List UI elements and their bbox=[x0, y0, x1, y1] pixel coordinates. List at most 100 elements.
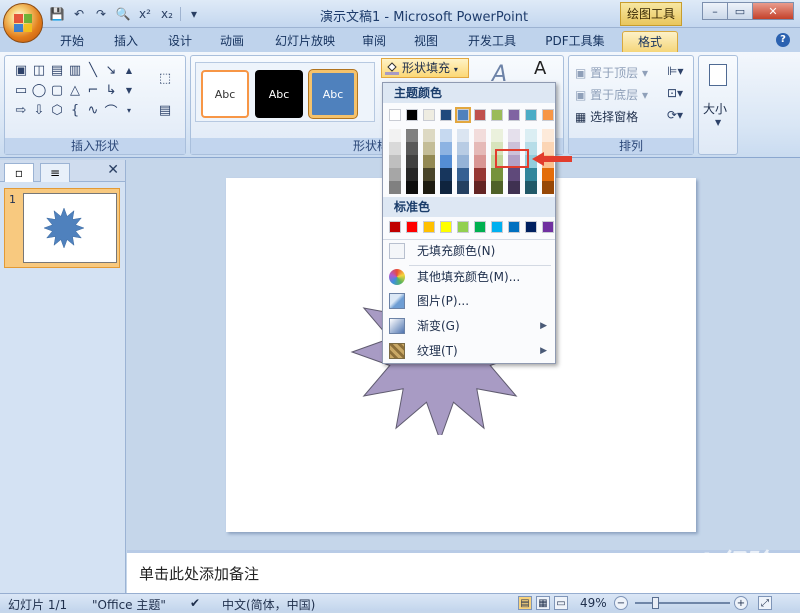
shape-fill-button[interactable]: 形状填充 ▾ bbox=[381, 58, 469, 78]
texture-fill-menu-item[interactable]: 纹理(T) ▶ bbox=[383, 339, 555, 363]
theme-shade-swatch[interactable] bbox=[389, 129, 401, 142]
theme-color-swatch[interactable] bbox=[542, 109, 554, 121]
rotate-icon[interactable]: ⟳▾ bbox=[667, 108, 683, 122]
down-arrow-shape-icon[interactable]: ⇩ bbox=[31, 102, 47, 118]
zoom-level[interactable]: 49% bbox=[580, 596, 607, 610]
office-button[interactable] bbox=[3, 3, 43, 43]
theme-shade-swatch[interactable] bbox=[440, 142, 452, 155]
shapes-scroll-up-icon[interactable]: ▲ bbox=[121, 62, 137, 78]
theme-shade-swatch[interactable] bbox=[389, 168, 401, 181]
standard-color-swatch[interactable] bbox=[440, 221, 452, 233]
textbox-h-shape-icon[interactable]: ▤ bbox=[49, 62, 65, 78]
theme-shade-swatch[interactable] bbox=[508, 181, 520, 194]
no-fill-menu-item[interactable]: 无填充颜色(N) bbox=[383, 239, 555, 263]
line-shape-icon[interactable]: ╲ bbox=[85, 62, 101, 78]
theme-color-swatch[interactable] bbox=[474, 109, 486, 121]
standard-color-swatch[interactable] bbox=[542, 221, 554, 233]
gradient-fill-menu-item[interactable]: 渐变(G) ▶ bbox=[383, 314, 555, 338]
theme-shade-swatch[interactable] bbox=[423, 142, 435, 155]
redo-icon[interactable]: ↷ bbox=[92, 5, 110, 23]
theme-shade-swatch[interactable] bbox=[423, 129, 435, 142]
theme-color-swatch[interactable] bbox=[455, 107, 471, 123]
theme-shade-swatch[interactable] bbox=[440, 168, 452, 181]
tab-pdf-tools[interactable]: PDF工具集 bbox=[538, 31, 612, 52]
theme-shade-swatch[interactable] bbox=[525, 129, 537, 142]
arrow-line-shape-icon[interactable]: ↘ bbox=[103, 62, 119, 78]
close-pane-icon[interactable]: ✕ bbox=[107, 162, 119, 178]
tab-animations[interactable]: 动画 bbox=[212, 31, 252, 52]
theme-shade-swatch[interactable] bbox=[406, 168, 418, 181]
rectangle-shape-icon[interactable]: ▭ bbox=[13, 82, 29, 98]
help-icon[interactable]: ? bbox=[776, 33, 790, 47]
customize-qat-icon[interactable]: ▾ bbox=[185, 5, 203, 23]
minimize-button[interactable]: – bbox=[702, 2, 728, 20]
textbox-shape-icon[interactable]: ▣ bbox=[13, 62, 29, 78]
theme-shade-swatch[interactable] bbox=[457, 181, 469, 194]
hexagon-shape-icon[interactable]: ⬡ bbox=[49, 102, 65, 118]
theme-shade-swatch[interactable] bbox=[542, 168, 554, 181]
theme-shade-swatch[interactable] bbox=[406, 129, 418, 142]
group-size[interactable]: 大小 ▼ bbox=[698, 55, 738, 155]
standard-color-swatch[interactable] bbox=[457, 221, 469, 233]
selection-pane-button[interactable]: ▦ 选择窗格 bbox=[575, 108, 638, 125]
curve-shape-icon[interactable]: ∿ bbox=[85, 102, 101, 118]
tab-developer[interactable]: 开发工具 bbox=[460, 31, 524, 52]
theme-shade-swatch[interactable] bbox=[457, 168, 469, 181]
style-sample-black[interactable]: Abc bbox=[255, 70, 303, 118]
theme-shade-swatch[interactable] bbox=[542, 129, 554, 142]
theme-shade-swatch[interactable] bbox=[525, 168, 537, 181]
theme-color-swatch[interactable] bbox=[508, 109, 520, 121]
tab-format[interactable]: 格式 bbox=[622, 31, 678, 52]
theme-shade-swatch[interactable] bbox=[440, 155, 452, 168]
theme-color-swatch[interactable] bbox=[406, 109, 418, 121]
slide-sorter-icon[interactable]: ▦ bbox=[536, 596, 550, 610]
slideshow-view-icon[interactable]: ▭ bbox=[554, 596, 568, 610]
restore-button[interactable]: ▭ bbox=[727, 2, 753, 20]
theme-shade-swatch[interactable] bbox=[474, 129, 486, 142]
shapes-scroll-down-icon[interactable]: ▼ bbox=[121, 82, 137, 98]
theme-shade-swatch[interactable] bbox=[457, 142, 469, 155]
zoom-out-icon[interactable]: − bbox=[614, 596, 628, 610]
picture-fill-menu-item[interactable]: 图片(P)... bbox=[383, 289, 555, 313]
theme-shade-swatch[interactable] bbox=[491, 181, 503, 194]
style-sample-blue-selected[interactable]: Abc bbox=[309, 70, 357, 118]
theme-color-swatch[interactable] bbox=[440, 109, 452, 121]
standard-color-swatch[interactable] bbox=[423, 221, 435, 233]
oval-shape-icon[interactable]: ◯ bbox=[31, 82, 47, 98]
fit-to-window-icon[interactable]: ⤢ bbox=[758, 596, 772, 610]
zoom-slider-thumb[interactable] bbox=[652, 597, 659, 609]
cube-shape-icon[interactable]: ◫ bbox=[31, 62, 47, 78]
theme-shade-swatch[interactable] bbox=[491, 129, 503, 142]
textbox-v-shape-icon[interactable]: ▥ bbox=[67, 62, 83, 78]
theme-shade-swatch[interactable] bbox=[508, 168, 520, 181]
zoom-slider-track[interactable] bbox=[635, 602, 730, 604]
slide-thumbnail-selected[interactable]: 1 bbox=[4, 188, 120, 268]
textbox-icon[interactable]: ▤ bbox=[157, 102, 173, 118]
theme-shade-swatch[interactable] bbox=[440, 129, 452, 142]
standard-color-swatch[interactable] bbox=[508, 221, 520, 233]
outline-tab-icon[interactable]: ≡ bbox=[40, 163, 70, 182]
theme-shade-swatch[interactable] bbox=[525, 181, 537, 194]
tab-view[interactable]: 视图 bbox=[406, 31, 446, 52]
elbow-connector-icon[interactable]: ⌐ bbox=[85, 82, 101, 98]
spell-check-icon[interactable]: ✔ bbox=[190, 596, 200, 610]
brace-shape-icon[interactable]: { bbox=[67, 102, 83, 118]
language-indicator[interactable]: 中文(简体，中国) bbox=[222, 596, 315, 613]
theme-color-swatch[interactable] bbox=[525, 109, 537, 121]
theme-shade-swatch[interactable] bbox=[474, 155, 486, 168]
tab-slideshow[interactable]: 幻灯片放映 bbox=[265, 31, 345, 52]
theme-shade-swatch[interactable] bbox=[474, 142, 486, 155]
theme-shade-swatch[interactable] bbox=[457, 155, 469, 168]
theme-shade-swatch[interactable] bbox=[457, 129, 469, 142]
theme-shade-swatch[interactable] bbox=[406, 155, 418, 168]
tab-home[interactable]: 开始 bbox=[52, 31, 92, 52]
style-sample-orange[interactable]: Abc bbox=[201, 70, 249, 118]
group-objects-icon[interactable]: ⊡▾ bbox=[667, 86, 683, 100]
theme-shade-swatch[interactable] bbox=[440, 181, 452, 194]
more-fill-colors-menu-item[interactable]: 其他填充颜色(M)... bbox=[383, 265, 555, 289]
rounded-rect-shape-icon[interactable]: ▢ bbox=[49, 82, 65, 98]
theme-shade-swatch[interactable] bbox=[423, 181, 435, 194]
curved-connector-icon[interactable]: ↳ bbox=[103, 82, 119, 98]
standard-color-swatch[interactable] bbox=[525, 221, 537, 233]
save-icon[interactable]: 💾 bbox=[48, 5, 66, 23]
